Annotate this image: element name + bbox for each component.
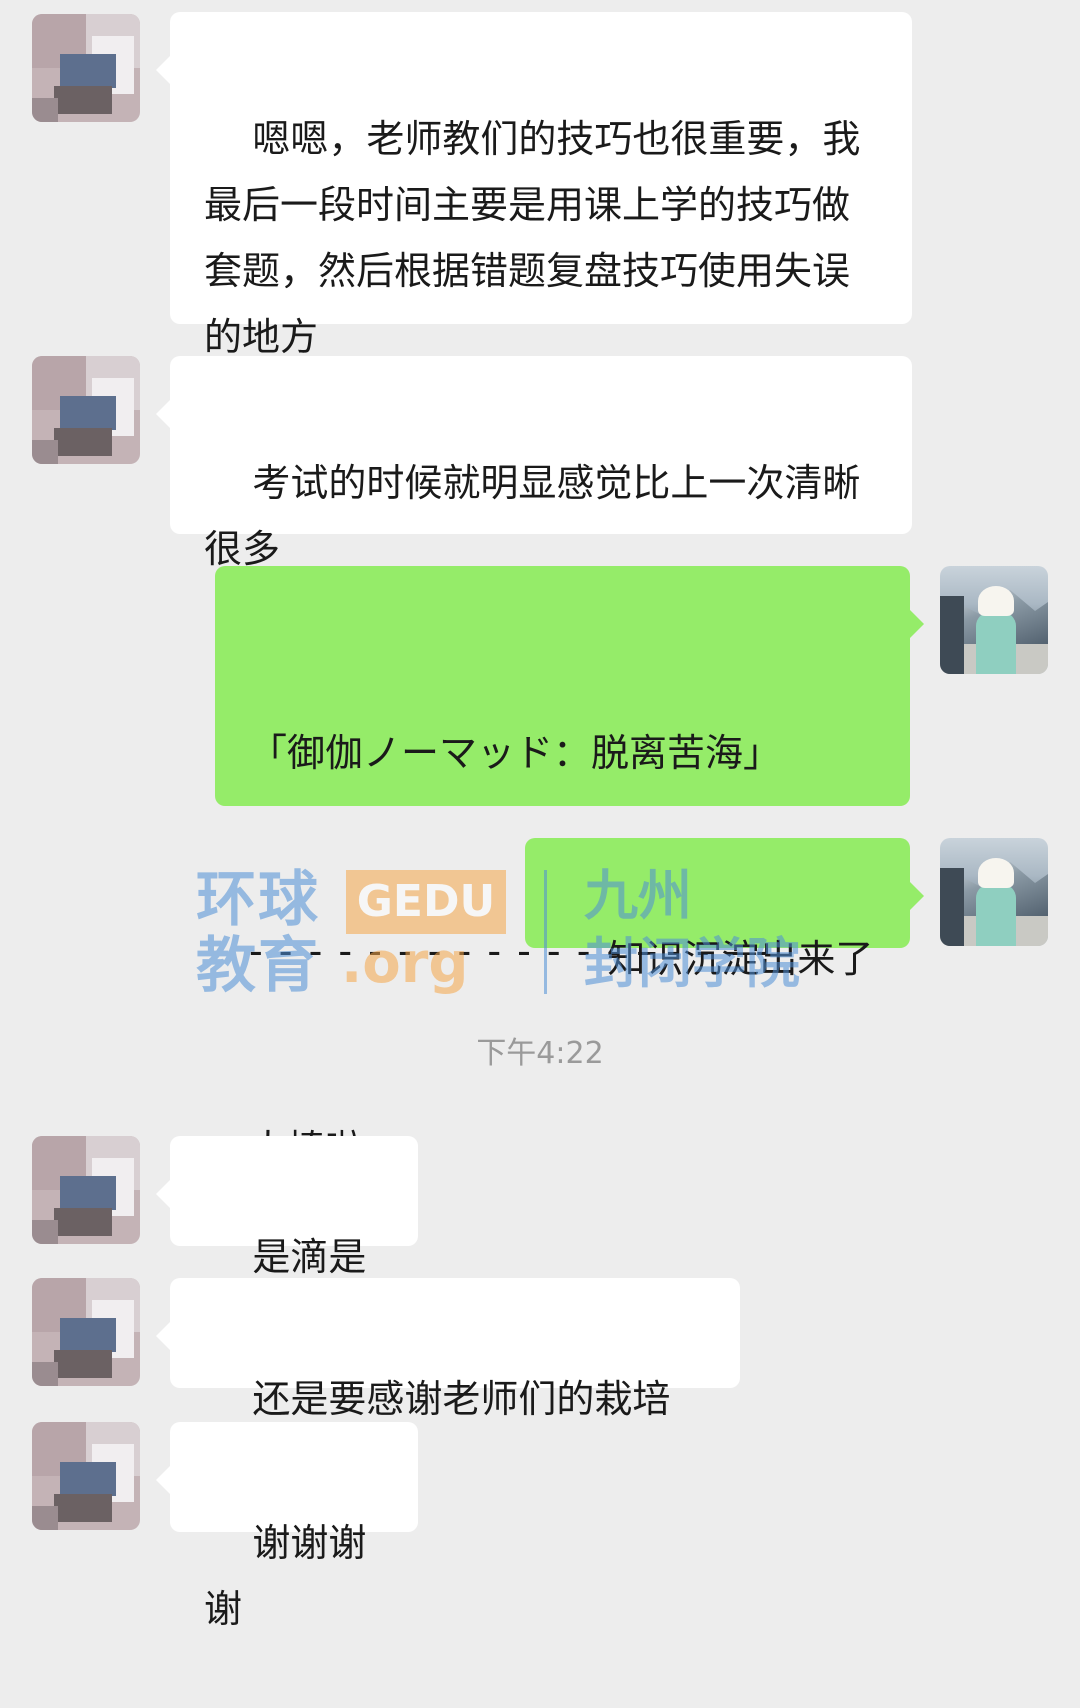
message-bubble-own[interactable]: 知识沉淀出来了 (525, 838, 924, 981)
contact-avatar[interactable] (32, 1422, 140, 1530)
message-text: 谢谢谢谢 (204, 1521, 367, 1631)
self-avatar[interactable] (940, 566, 1048, 674)
message-text: 考试的时候就明显感觉比上一次清晰很多 (204, 461, 861, 571)
contact-avatar[interactable] (32, 1278, 140, 1386)
message-bubble[interactable]: 考试的时候就明显感觉比上一次清晰很多 (156, 356, 912, 571)
message-bubble[interactable]: 嗯嗯，老师教们的技巧也很重要，我最后一段时间主要是用课上学的技巧做套题，然后根据… (156, 12, 912, 359)
quoted-message: 「御伽ノーマッド：脱离苦海」 (249, 731, 782, 775)
message-bubble[interactable]: 是滴是滴 (156, 1136, 418, 1345)
message-bubble[interactable]: 还是要感谢老师们的栽培 (156, 1278, 740, 1421)
contact-avatar[interactable] (32, 14, 140, 122)
chat-view: 嗯嗯，老师教们的技巧也很重要，我最后一段时间主要是用课上学的技巧做套题，然后根据… (0, 0, 1080, 1631)
self-avatar[interactable] (940, 838, 1048, 946)
message-bubble-own[interactable]: 「御伽ノーマッド：脱离苦海」 - - - - - - - - - - - - -… (215, 566, 924, 1171)
contact-avatar[interactable] (32, 1136, 140, 1244)
message-text: 嗯嗯，老师教们的技巧也很重要，我最后一段时间主要是用课上学的技巧做套题，然后根据… (204, 117, 861, 359)
message-text: 知识沉淀出来了 (607, 937, 874, 981)
message-text: 还是要感谢老师们的栽培 (252, 1377, 671, 1421)
contact-avatar[interactable] (32, 356, 140, 464)
message-timestamp: 下午4:22 (476, 1036, 604, 1071)
message-bubble[interactable]: 谢谢谢谢 (156, 1422, 418, 1631)
